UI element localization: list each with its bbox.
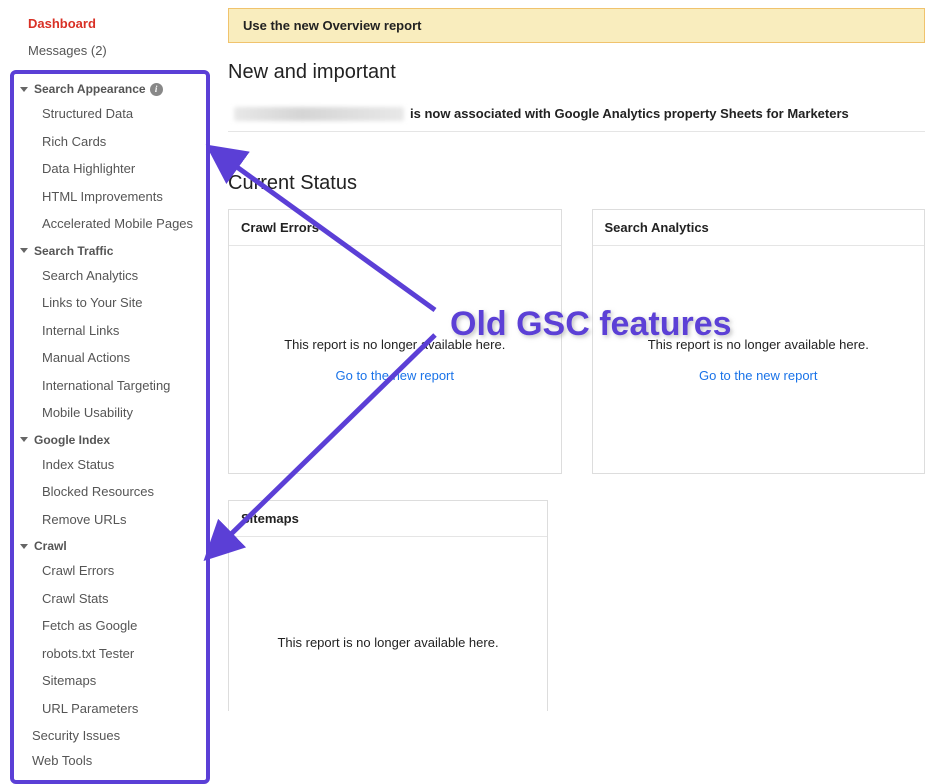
go-to-new-report-link[interactable]: Go to the new report [335, 368, 454, 383]
card-message: This report is no longer available here. [648, 337, 869, 352]
caret-down-icon [20, 248, 28, 253]
nav-section-search-traffic[interactable]: Search Traffic [18, 238, 202, 262]
nav-item-html-improvements[interactable]: HTML Improvements [18, 183, 202, 211]
redacted-property-name [234, 107, 404, 121]
nav-section-search-appearance[interactable]: Search Appearance i [18, 76, 202, 100]
old-features-highlight-box: Search Appearance i Structured Data Rich… [10, 70, 210, 784]
card-message: This report is no longer available here. [284, 337, 505, 352]
caret-down-icon [20, 87, 28, 92]
nav-item-structured-data[interactable]: Structured Data [18, 100, 202, 128]
nav-item-links-to-your-site[interactable]: Links to Your Site [18, 289, 202, 317]
nav-item-crawl-errors[interactable]: Crawl Errors [18, 557, 202, 585]
nav-messages[interactable]: Messages (2) [28, 37, 210, 64]
overview-banner[interactable]: Use the new Overview report [228, 8, 925, 43]
nav-section-crawl[interactable]: Crawl [18, 533, 202, 557]
nav-section-google-index[interactable]: Google Index [18, 427, 202, 451]
nav-section-label: Search Traffic [34, 244, 113, 258]
nav-item-amp[interactable]: Accelerated Mobile Pages [18, 210, 202, 238]
nav-item-url-parameters[interactable]: URL Parameters [18, 695, 202, 723]
nav-section-label: Google Index [34, 433, 110, 447]
new-important-title: New and important [228, 61, 925, 84]
card-header: Search Analytics [593, 210, 925, 246]
nav-item-internal-links[interactable]: Internal Links [18, 317, 202, 345]
nav-item-manual-actions[interactable]: Manual Actions [18, 344, 202, 372]
card-header: Sitemaps [229, 501, 547, 537]
notice-text: is now associated with Google Analytics … [410, 106, 849, 121]
card-header: Crawl Errors [229, 210, 561, 246]
nav-item-blocked-resources[interactable]: Blocked Resources [18, 478, 202, 506]
nav-item-robots-txt-tester[interactable]: robots.txt Tester [18, 640, 202, 668]
nav-item-crawl-stats[interactable]: Crawl Stats [18, 585, 202, 613]
notice-row[interactable]: is now associated with Google Analytics … [228, 98, 925, 132]
go-to-new-report-link[interactable]: Go to the new report [699, 368, 818, 383]
nav-item-remove-urls[interactable]: Remove URLs [18, 506, 202, 534]
caret-down-icon [20, 544, 28, 549]
nav-item-rich-cards[interactable]: Rich Cards [18, 128, 202, 156]
current-status-title: Current Status [228, 172, 925, 195]
nav-item-sitemaps[interactable]: Sitemaps [18, 667, 202, 695]
nav-item-web-tools[interactable]: Web Tools [18, 747, 202, 772]
nav-section-label: Crawl [34, 539, 67, 553]
main-content: Use the new Overview report New and impo… [210, 0, 935, 711]
nav-item-international-targeting[interactable]: International Targeting [18, 372, 202, 400]
nav-item-security-issues[interactable]: Security Issues [18, 722, 202, 747]
nav-item-index-status[interactable]: Index Status [18, 451, 202, 479]
card-crawl-errors: Crawl Errors This report is no longer av… [228, 209, 562, 474]
info-icon[interactable]: i [150, 83, 163, 96]
nav-dashboard[interactable]: Dashboard [28, 10, 210, 37]
card-search-analytics: Search Analytics This report is no longe… [592, 209, 926, 474]
nav-item-search-analytics[interactable]: Search Analytics [18, 262, 202, 290]
card-sitemaps: Sitemaps This report is no longer availa… [228, 500, 548, 711]
nav-item-mobile-usability[interactable]: Mobile Usability [18, 399, 202, 427]
sidebar: Dashboard Messages (2) Search Appearance… [0, 0, 210, 711]
nav-item-data-highlighter[interactable]: Data Highlighter [18, 155, 202, 183]
card-message: This report is no longer available here. [277, 635, 498, 650]
caret-down-icon [20, 437, 28, 442]
nav-item-fetch-as-google[interactable]: Fetch as Google [18, 612, 202, 640]
nav-section-label: Search Appearance [34, 82, 146, 96]
